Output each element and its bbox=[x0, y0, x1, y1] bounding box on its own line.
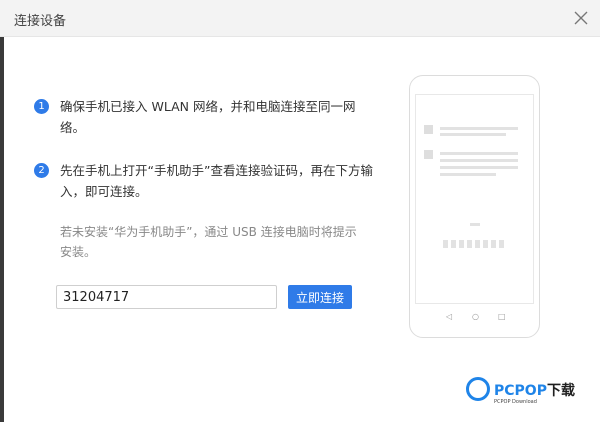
placeholder-line bbox=[440, 173, 496, 176]
watermark-subtitle: PCPOP Download bbox=[494, 399, 537, 405]
phone-screen bbox=[415, 94, 534, 304]
connect-now-button[interactable]: 立即连接 bbox=[288, 285, 352, 309]
verification-code-input[interactable] bbox=[56, 285, 277, 309]
home-icon: ○ bbox=[472, 312, 479, 321]
step-number-badge: 2 bbox=[34, 163, 49, 178]
step-1: 1 确保手机已接入 WLAN 网络，并和电脑连接至同一网络。 bbox=[34, 96, 374, 138]
placeholder-square bbox=[424, 150, 433, 159]
phone-nav-bar: ◁ ○ □ bbox=[410, 312, 539, 326]
dialog-titlebar: 连接设备 bbox=[0, 0, 600, 37]
step-text: 先在手机上打开“手机助手”查看连接验证码，再在下方输入，即可连接。 bbox=[60, 163, 373, 199]
install-note: 若未安装“华为手机助手”，通过 USB 连接电脑时将提示安装。 bbox=[60, 225, 357, 259]
placeholder-line bbox=[440, 127, 518, 130]
code-placeholder bbox=[443, 233, 507, 252]
phone-illustration: ◁ ○ □ bbox=[409, 75, 540, 338]
step-text: 确保手机已接入 WLAN 网络，并和电脑连接至同一网络。 bbox=[60, 99, 356, 135]
placeholder-line bbox=[440, 133, 506, 136]
step-2: 2 先在手机上打开“手机助手”查看连接验证码，再在下方输入，即可连接。 bbox=[34, 160, 374, 202]
close-icon[interactable] bbox=[572, 9, 590, 27]
watermark: PCPOP下载 PCPOP Download bbox=[466, 377, 596, 417]
placeholder-square bbox=[424, 125, 433, 134]
placeholder-line bbox=[440, 166, 518, 169]
watermark-brand: PCPOP下载 bbox=[494, 383, 575, 399]
placeholder-line bbox=[440, 152, 518, 155]
dialog-title: 连接设备 bbox=[14, 14, 67, 29]
watermark-logo-icon bbox=[466, 377, 490, 401]
step-number-badge: 1 bbox=[34, 99, 49, 114]
placeholder-line bbox=[470, 223, 480, 226]
background-window-edge bbox=[0, 37, 4, 422]
back-icon: ◁ bbox=[446, 312, 453, 321]
placeholder-line bbox=[440, 159, 518, 162]
recent-apps-icon: □ bbox=[498, 312, 506, 321]
